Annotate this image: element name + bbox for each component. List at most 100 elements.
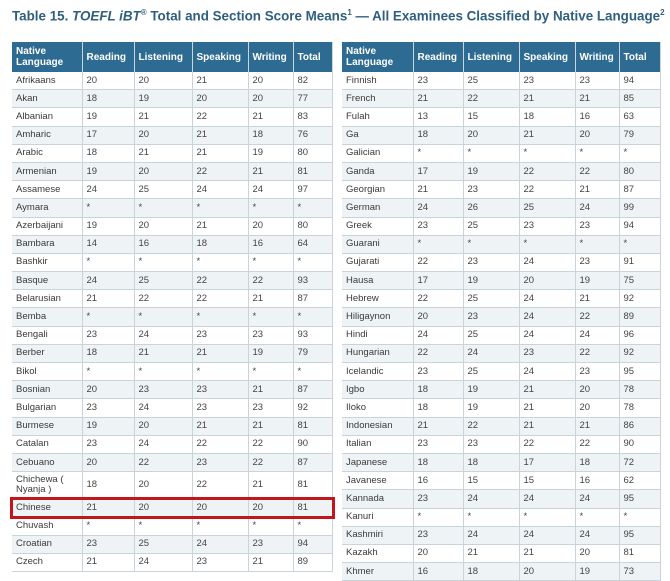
- score-cell: 21: [248, 417, 294, 436]
- language-cell: Iloko: [342, 398, 414, 418]
- score-cell: 85: [619, 89, 661, 109]
- score-cell: 21: [82, 498, 135, 518]
- score-cell: 23: [463, 307, 520, 327]
- table-row: Chichewa ( Nyanja ) 18 20 22 21 81: [12, 471, 333, 500]
- score-cell: 24: [248, 180, 294, 200]
- table-row: Cebuano 20 22 23 22 87: [12, 453, 333, 473]
- score-cell: 80: [619, 162, 661, 182]
- score-cell: 93: [293, 271, 333, 291]
- score-cell: 15: [463, 471, 520, 491]
- table-row: Italian 23 23 22 22 90: [342, 435, 661, 454]
- score-cell: 25: [463, 326, 520, 345]
- score-cell: 22: [192, 107, 249, 127]
- table-row: Iloko 18 19 21 20 78: [342, 398, 661, 418]
- language-cell: Khmer: [342, 562, 414, 581]
- language-cell: Finnish: [342, 72, 414, 91]
- score-cell: 24: [134, 398, 193, 418]
- column-header: Writing: [248, 42, 294, 72]
- score-cell: 24: [575, 326, 620, 345]
- score-cell: 24: [519, 526, 576, 545]
- score-cell: 89: [293, 553, 333, 572]
- score-cell: 95: [619, 526, 661, 545]
- language-cell: Czech: [12, 553, 83, 572]
- score-cell: 78: [619, 398, 661, 418]
- table-row: Japanese 18 18 17 18 72: [342, 453, 661, 473]
- score-cell: 24: [463, 344, 520, 364]
- language-cell: German: [342, 198, 414, 218]
- score-cell: 18: [575, 453, 620, 473]
- score-table-left: Native Language Reading Listening Speaking W…: [12, 42, 333, 572]
- score-cell: 16: [575, 107, 620, 127]
- score-cell: 20: [82, 72, 135, 91]
- table-row: Kazakh 20 21 21 20 81: [342, 544, 661, 564]
- score-cell: 14: [82, 235, 135, 254]
- score-cell: 63: [619, 107, 661, 127]
- language-cell: Galician: [342, 144, 414, 163]
- title-mid: Total and Section Score Means: [146, 8, 348, 24]
- score-cell: 16: [413, 562, 464, 581]
- score-cell: *: [248, 516, 294, 536]
- table-row: Burmese 19 20 21 21 81: [12, 417, 333, 436]
- score-cell: 23: [413, 72, 464, 91]
- column-header: Native Language: [342, 42, 414, 72]
- score-cell: 95: [619, 362, 661, 382]
- score-cell: *: [248, 307, 294, 327]
- score-cell: 21: [575, 180, 620, 200]
- score-cell: 20: [82, 380, 135, 400]
- score-cell: 20: [248, 72, 294, 91]
- score-cell: 92: [293, 398, 333, 418]
- score-cell: 18: [463, 562, 520, 581]
- score-cell: 75: [619, 271, 661, 291]
- table-row: Belarusian 21 22 22 21 87: [12, 289, 333, 309]
- score-cell: 81: [619, 544, 661, 564]
- score-cell: 18: [248, 126, 294, 145]
- score-cell: 23: [519, 217, 576, 236]
- score-cell: 23: [413, 489, 464, 509]
- score-cell: 20: [134, 126, 193, 145]
- score-cell: 20: [575, 544, 620, 564]
- header-row: Native Language Reading Listening Speaking W…: [342, 42, 661, 72]
- score-cell: 87: [293, 380, 333, 400]
- score-cell: 25: [463, 362, 520, 382]
- score-cell: 18: [463, 453, 520, 473]
- score-cell: 23: [248, 326, 294, 345]
- table-row: Ganda 17 19 22 22 80: [342, 162, 661, 182]
- language-cell: Fulah: [342, 107, 414, 127]
- score-cell: 18: [413, 453, 464, 473]
- score-cell: 19: [463, 398, 520, 418]
- score-cell: 23: [519, 72, 576, 91]
- score-cell: *: [192, 198, 249, 218]
- score-cell: 18: [192, 235, 249, 254]
- title-prefix: Table 15.: [12, 8, 73, 24]
- score-cell: 23: [82, 435, 135, 454]
- score-cell: 16: [575, 471, 620, 491]
- score-cell: *: [192, 253, 249, 273]
- score-cell: 24: [192, 535, 249, 554]
- score-cell: 83: [293, 107, 333, 127]
- score-cell: 20: [519, 271, 576, 291]
- score-cell: *: [575, 235, 620, 254]
- language-cell: Igbo: [342, 380, 414, 400]
- column-header: Total: [619, 42, 661, 72]
- column-header: Reading: [413, 42, 464, 72]
- score-cell: 20: [134, 162, 193, 182]
- score-cell: *: [82, 362, 135, 382]
- table-row: Finnish 23 25 23 23 94: [342, 72, 661, 91]
- score-cell: 21: [413, 180, 464, 200]
- score-cell: 23: [463, 180, 520, 200]
- score-cell: 21: [192, 217, 249, 236]
- language-cell: Armenian: [12, 162, 83, 182]
- score-cell: 25: [134, 271, 193, 291]
- score-cell: 19: [82, 417, 135, 436]
- table-row: Hiligaynon 20 23 24 22 89: [342, 307, 661, 327]
- score-cell: 25: [134, 180, 193, 200]
- score-cell: *: [293, 307, 333, 327]
- score-cell: *: [413, 235, 464, 254]
- score-cell: 22: [519, 435, 576, 454]
- score-cell: 21: [519, 126, 576, 145]
- score-cell: 22: [192, 271, 249, 291]
- score-cell: 19: [248, 344, 294, 364]
- score-cell: 24: [463, 526, 520, 545]
- language-cell: Kashmiri: [342, 526, 414, 545]
- language-cell: French: [342, 89, 414, 109]
